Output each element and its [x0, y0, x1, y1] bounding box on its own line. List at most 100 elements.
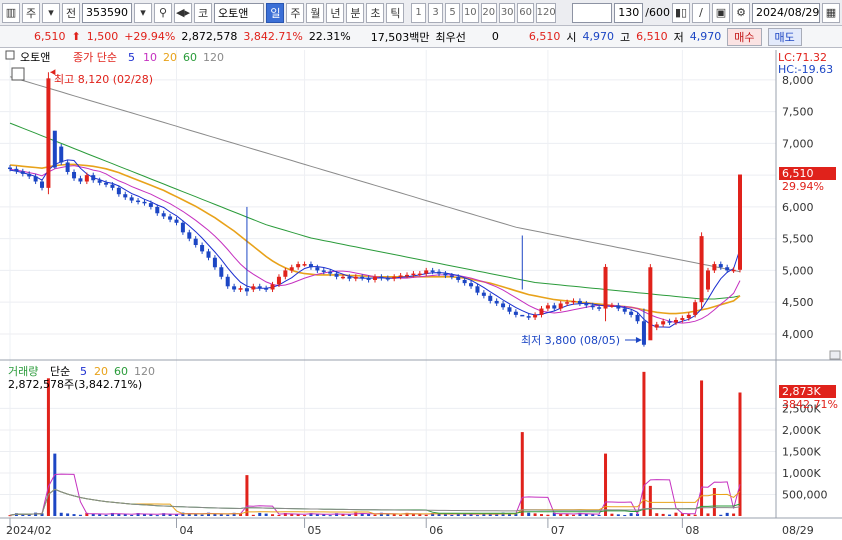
chart-svg[interactable]: 8,0007,5007,0006,5006,0005,5005,0004,500… — [0, 48, 842, 540]
candle-body — [469, 283, 474, 287]
candle-icon[interactable]: ▮▯ — [672, 2, 690, 23]
volume-bar — [174, 514, 178, 516]
candle-body — [91, 175, 96, 181]
candle-body — [456, 276, 461, 280]
candle-body — [187, 232, 192, 239]
volume-bar — [303, 515, 307, 517]
volume-bar — [674, 512, 678, 516]
candle-body — [238, 288, 243, 290]
bar-max-label: /600 — [645, 6, 670, 19]
stock-code-input[interactable]: 353590 — [82, 2, 132, 23]
volume-bar — [27, 514, 31, 516]
volume-bar — [149, 514, 153, 516]
vol-legend-ma20: 20 — [94, 365, 108, 378]
tab-tick[interactable]: 틱 — [386, 2, 405, 23]
candle-body — [347, 276, 352, 279]
volume-bar — [591, 514, 595, 516]
buy-button[interactable]: 매수 — [727, 27, 762, 46]
candle-body — [539, 308, 544, 315]
period-select[interactable]: 주 — [22, 2, 40, 23]
candle-body — [308, 264, 313, 268]
interval-20[interactable]: 20 — [480, 2, 497, 23]
volume-bar — [130, 514, 134, 516]
high-label: 고 — [620, 30, 631, 44]
chart-area[interactable]: 8,0007,5007,0006,5006,0005,5005,0004,500… — [0, 48, 842, 540]
candle-body — [328, 271, 333, 274]
turnover-value: 22.31% — [308, 30, 351, 43]
candle-body — [20, 171, 25, 174]
candle-body — [97, 180, 102, 183]
candle-body — [385, 278, 390, 280]
market-label[interactable]: 코 — [194, 2, 212, 23]
candle-body — [725, 267, 730, 271]
candle-body — [533, 314, 538, 318]
volume-bar — [475, 515, 479, 517]
interval-60[interactable]: 60 — [517, 2, 534, 23]
line-tool-icon[interactable]: ∕ — [692, 2, 710, 23]
speaker-icon[interactable]: ◀▸ — [174, 2, 192, 23]
stock-name-field[interactable]: 오토앤 — [214, 2, 265, 23]
prev-button[interactable]: 전 — [62, 2, 80, 23]
candle-body — [14, 168, 19, 172]
date-input[interactable]: 2024/08/29 — [752, 2, 820, 23]
open-price: 4,970 — [582, 30, 615, 43]
save-icon[interactable]: ▣ — [712, 2, 730, 23]
bar-count-input[interactable]: 130 — [614, 2, 644, 23]
candle-body — [475, 286, 480, 293]
calendar-icon[interactable]: ▦ — [822, 2, 840, 23]
legend-ma10: 10 — [143, 51, 157, 64]
interval-5[interactable]: 5 — [445, 2, 461, 23]
candle-body — [84, 175, 89, 182]
candle-body — [641, 321, 646, 345]
tab-week[interactable]: 주 — [286, 2, 305, 23]
tab-second[interactable]: 초 — [366, 2, 385, 23]
chart-type-icon[interactable]: ▥ — [2, 2, 20, 23]
dropdown-icon[interactable]: ▾ — [42, 2, 60, 23]
x-tick-label: 05 — [308, 524, 322, 537]
interval-1[interactable]: 1 — [411, 2, 427, 23]
volume-bar — [546, 514, 550, 516]
candle-body — [302, 264, 307, 266]
interval-30[interactable]: 30 — [498, 2, 516, 23]
sell-button[interactable]: 매도 — [767, 27, 802, 46]
legend-ma120: 120 — [203, 51, 224, 64]
candle-body — [597, 307, 602, 309]
volume-bar — [668, 514, 672, 516]
volume-bar — [533, 513, 537, 516]
candle-body — [123, 194, 128, 198]
volume-bar — [424, 514, 428, 516]
vol-last-tag: 2,873K — [782, 385, 821, 398]
volume-bar — [226, 514, 230, 516]
tab-month[interactable]: 월 — [306, 2, 325, 23]
candle-body — [718, 264, 723, 268]
tab-year[interactable]: 년 — [326, 2, 345, 23]
candle-body — [360, 276, 365, 279]
search-icon[interactable]: ⚲ — [154, 2, 172, 23]
volume-bar — [104, 514, 108, 516]
interval-3[interactable]: 3 — [428, 2, 444, 23]
candle-body — [270, 284, 275, 290]
chart-background — [0, 48, 842, 540]
volume-bar — [155, 515, 159, 517]
volume-legend-name: 거래량 — [8, 365, 38, 378]
volume-bar — [495, 514, 499, 516]
volume-bar — [123, 514, 127, 516]
volume-tick-label: 2,000K — [782, 424, 821, 437]
candle-body — [33, 176, 38, 182]
gear-icon[interactable]: ⚙ — [732, 2, 750, 23]
candle-body — [565, 302, 570, 304]
code-dropdown-icon[interactable]: ▾ — [134, 2, 152, 23]
interval-120[interactable]: 120 — [535, 2, 557, 23]
last-pct-tag: 29.94% — [782, 180, 824, 193]
interval-custom-input[interactable] — [572, 2, 613, 23]
volume-bar — [328, 515, 332, 517]
best-price: 6,510 — [528, 30, 561, 43]
volume-bar — [245, 475, 249, 516]
tab-day[interactable]: 일 — [266, 2, 285, 23]
tab-minute[interactable]: 분 — [346, 2, 365, 23]
volume-bar — [719, 514, 723, 516]
candle-body — [321, 270, 326, 272]
volume-bar — [648, 485, 652, 516]
candle-body — [648, 267, 653, 341]
interval-10[interactable]: 10 — [462, 2, 479, 23]
